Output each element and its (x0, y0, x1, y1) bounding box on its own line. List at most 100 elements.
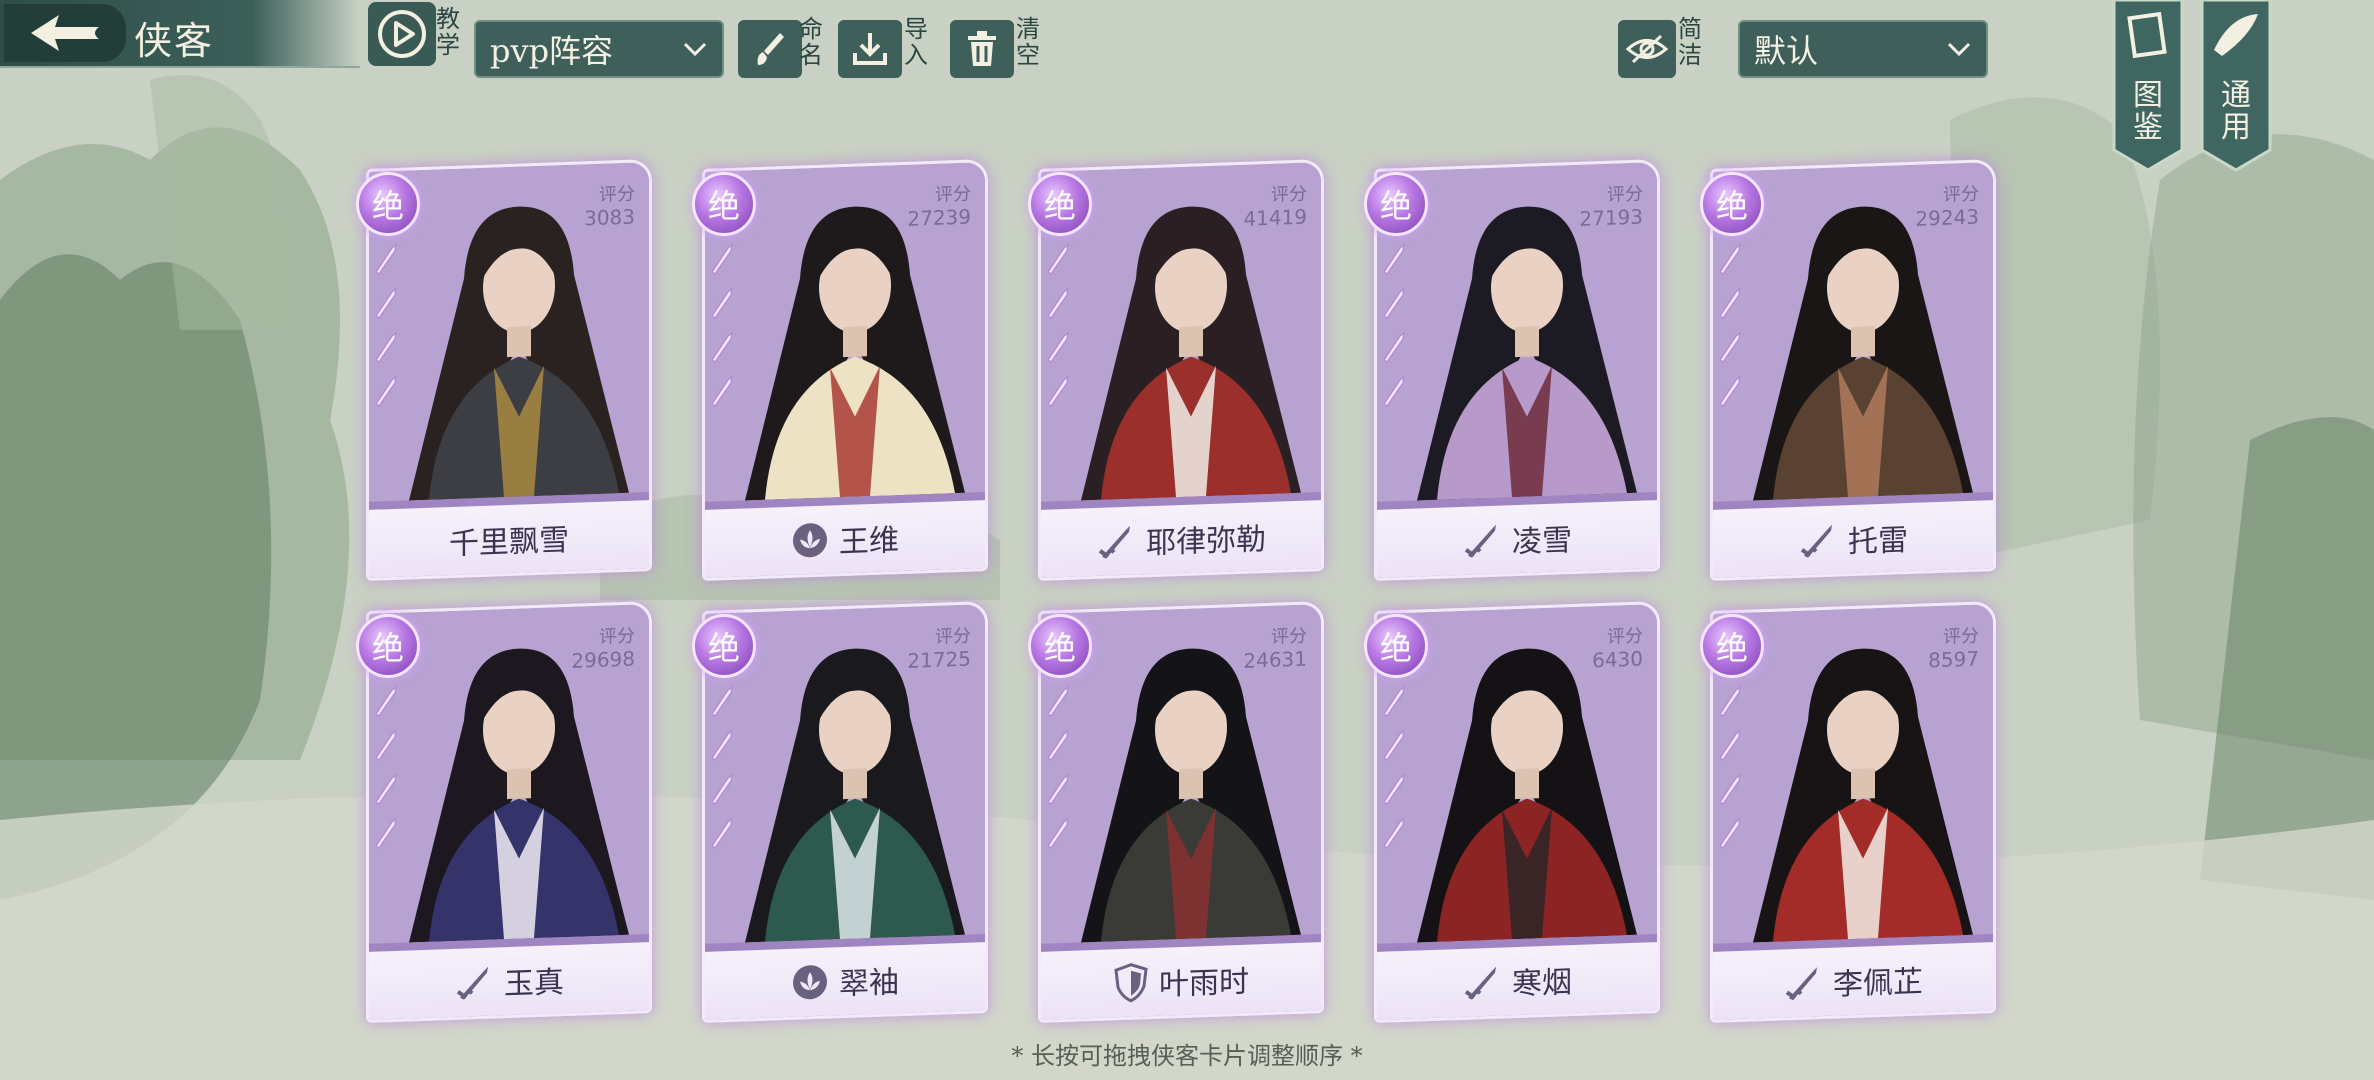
hero-card[interactable]: 评分 27239 王维 绝 (692, 150, 988, 581)
brush-icon (757, 33, 784, 65)
dagger-star-icon (710, 287, 734, 320)
rarity-badge: 绝 (1028, 172, 1092, 236)
sword-icon (456, 966, 488, 1000)
star-rating (1378, 242, 1414, 418)
rename-label[interactable]: 命名 (797, 16, 825, 68)
simple-mode-button[interactable] (1618, 20, 1676, 78)
hero-name-bar: 王维 (705, 500, 985, 578)
dagger-star-icon (374, 817, 398, 850)
sort-dropdown[interactable]: 默认 (1738, 20, 1988, 78)
dagger-star-icon (1046, 685, 1070, 718)
hero-name: 玉真 (504, 965, 564, 1003)
hero-name-bar: 凌雪 (1377, 500, 1657, 578)
star-rating (1042, 684, 1078, 860)
rename-button[interactable] (738, 20, 802, 78)
dagger-star-icon (710, 375, 734, 408)
tutorial-button[interactable] (368, 2, 436, 66)
lotus-icon (793, 965, 827, 1000)
score-value: 21725 (907, 646, 971, 673)
score-value: 29698 (571, 646, 635, 673)
hero-name: 凌雪 (1512, 523, 1572, 561)
import-button[interactable] (838, 20, 902, 78)
lineup-dropdown[interactable]: pvp阵容 (474, 20, 724, 78)
score-value: 29243 (1915, 204, 1979, 231)
dagger-star-icon (374, 729, 398, 762)
dagger-star-icon (1382, 773, 1406, 806)
star-rating (1714, 684, 1750, 860)
hero-card[interactable]: 评分 29698 玉真 绝 (356, 592, 652, 1023)
dagger-star-icon (374, 375, 398, 408)
hero-card[interactable]: 评分 3083 千里飘雪 绝 (356, 150, 652, 581)
dagger-star-icon (710, 685, 734, 718)
dagger-star-icon (1382, 375, 1406, 408)
star-rating (1714, 242, 1750, 418)
dagger-star-icon (1046, 817, 1070, 850)
dagger-star-icon (710, 729, 734, 762)
star-rating (706, 684, 742, 860)
dagger-star-icon (1382, 817, 1406, 850)
hero-card[interactable]: 评分 21725 翠袖 绝 (692, 592, 988, 1023)
score-label: 评分 (1271, 183, 1307, 206)
score-label: 评分 (1607, 625, 1643, 648)
sword-icon (1785, 967, 1817, 1001)
hero-card[interactable]: 评分 24631 叶雨时 绝 (1028, 592, 1324, 1023)
score-label: 评分 (1271, 625, 1307, 648)
rarity-badge: 绝 (356, 172, 420, 236)
hero-name: 叶雨时 (1159, 964, 1249, 1003)
dagger-star-icon (1718, 287, 1742, 320)
rarity-badge: 绝 (356, 614, 420, 678)
dagger-star-icon (374, 243, 398, 276)
eye-slash-icon (1625, 34, 1669, 64)
score-value: 8597 (1928, 646, 1979, 673)
hero-card[interactable]: 评分 6430 寒烟 绝 (1364, 592, 1660, 1023)
star-rating (370, 242, 406, 418)
general-button[interactable]: 通用 (2200, 0, 2272, 172)
hero-name-bar: 叶雨时 (1041, 942, 1321, 1020)
hero-name: 李佩芷 (1833, 964, 1923, 1003)
tutorial-label[interactable]: 教学 (434, 6, 462, 58)
score-label: 评分 (599, 625, 635, 648)
clear-button[interactable] (950, 20, 1014, 78)
dagger-star-icon (710, 817, 734, 850)
hero-card[interactable]: 评分 8597 李佩芷 绝 (1700, 592, 1996, 1023)
hero-card[interactable]: 评分 41419 耶律弥勒 绝 (1028, 150, 1324, 581)
codex-button[interactable]: 图鉴 (2112, 0, 2184, 172)
dagger-star-icon (1046, 729, 1070, 762)
hero-card[interactable]: 评分 27193 凌雪 绝 (1364, 150, 1660, 581)
dagger-star-icon (710, 773, 734, 806)
score-value: 27239 (907, 204, 971, 231)
dagger-star-icon (1046, 243, 1070, 276)
hero-card[interactable]: 评分 29243 托雷 绝 (1700, 150, 1996, 581)
clear-label[interactable]: 清空 (1014, 16, 1042, 68)
score-label: 评分 (935, 183, 971, 206)
dagger-star-icon (374, 287, 398, 320)
score-label: 评分 (1943, 625, 1979, 648)
sword-icon (1800, 524, 1832, 558)
dagger-star-icon (1718, 729, 1742, 762)
hero-name: 托雷 (1848, 523, 1908, 561)
dagger-star-icon (1718, 685, 1742, 718)
simple-mode-label[interactable]: 简洁 (1676, 16, 1704, 68)
top-bar: 侠客 教学 pvp阵容 命名 导入 清空 简洁 默认 图鉴 通用 (0, 0, 2374, 172)
sort-dropdown-value: 默认 (1754, 32, 1819, 70)
score-label: 评分 (1943, 183, 1979, 206)
back-arrow-icon (31, 15, 99, 51)
score-value: 41419 (1243, 204, 1307, 231)
import-label[interactable]: 导入 (902, 16, 930, 68)
rarity-badge: 绝 (1028, 614, 1092, 678)
hero-name: 翠袖 (839, 965, 899, 1003)
dagger-star-icon (1046, 773, 1070, 806)
dagger-star-icon (1718, 375, 1742, 408)
hero-name: 千里飘雪 (449, 522, 569, 563)
hero-name-bar: 千里飘雪 (369, 500, 649, 578)
dagger-star-icon (1382, 331, 1406, 364)
back-button[interactable] (4, 4, 126, 62)
dagger-star-icon (1718, 817, 1742, 850)
score-label: 评分 (599, 183, 635, 206)
title-banner: 侠客 (0, 0, 360, 68)
star-rating (706, 242, 742, 418)
chevron-down-icon (1947, 42, 1971, 57)
rarity-badge: 绝 (1700, 172, 1764, 236)
score-label: 评分 (1607, 183, 1643, 206)
star-rating (1042, 242, 1078, 418)
